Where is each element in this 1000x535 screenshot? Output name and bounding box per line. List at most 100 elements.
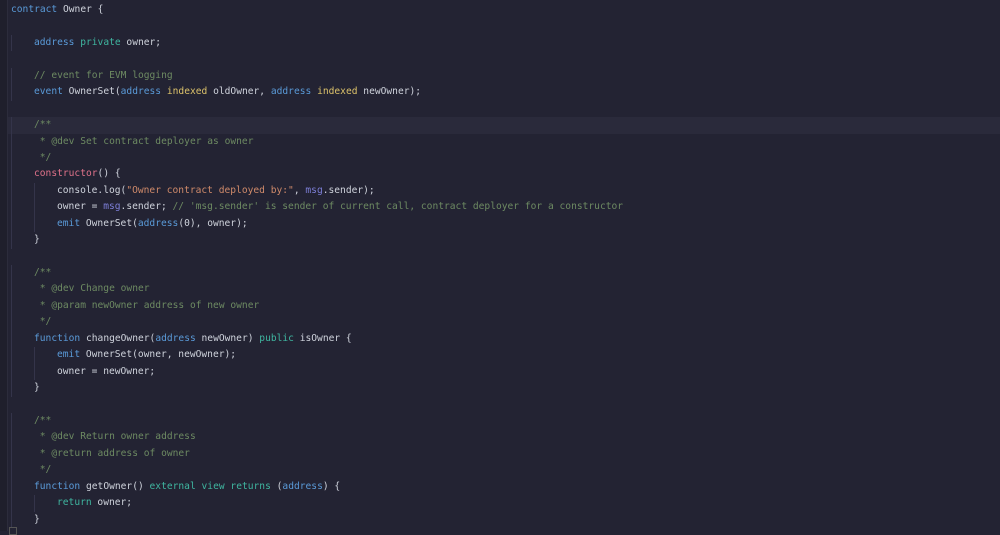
- code-text: constructor() {: [11, 168, 121, 179]
- code-token: console.log(: [57, 184, 127, 196]
- code-line[interactable]: }: [11, 232, 1000, 249]
- code-token: }: [34, 513, 40, 525]
- code-token: external: [149, 480, 196, 492]
- code-text: }: [11, 234, 40, 245]
- code-text: */: [11, 316, 52, 328]
- code-line[interactable]: return owner;: [11, 495, 1000, 512]
- code-token: indexed: [166, 86, 208, 98]
- code-token: msg: [305, 184, 323, 196]
- indent-guide: [11, 133, 12, 150]
- indent-guide: [11, 380, 12, 397]
- code-token: owner;: [91, 497, 133, 509]
- code-token: /**: [34, 267, 52, 278]
- code-token: * @dev Return owner address: [34, 431, 196, 443]
- indent-guide: [11, 265, 12, 282]
- code-token: }: [34, 382, 40, 394]
- code-token: () {: [97, 168, 121, 180]
- code-line[interactable]: */: [11, 462, 1000, 479]
- editor-gutter: [0, 0, 8, 531]
- code-line[interactable]: * @dev Set contract deployer as owner: [11, 133, 1000, 150]
- code-line[interactable]: function getOwner() external view return…: [11, 478, 1000, 496]
- code-line[interactable]: [11, 397, 1000, 413]
- code-token: OwnerSet(: [80, 217, 138, 229]
- fold-marker-icon[interactable]: [9, 527, 17, 535]
- code-text: }: [11, 514, 40, 525]
- code-token: address: [137, 217, 179, 229]
- indent-guide: [11, 149, 12, 167]
- code-line[interactable]: owner = msg.sender; // 'msg.sender' is s…: [11, 199, 1000, 216]
- code-line[interactable]: [11, 249, 1000, 265]
- code-line[interactable]: /**: [8, 117, 1000, 134]
- code-token: newOwner);: [357, 86, 422, 98]
- indent-guide: [34, 363, 35, 381]
- code-text: function getOwner() external view return…: [11, 481, 340, 492]
- code-token: function: [34, 332, 81, 344]
- code-token: */: [34, 316, 52, 328]
- code-line[interactable]: * @dev Change owner: [11, 281, 1000, 298]
- code-text: owner = msg.sender; // 'msg.sender' is s…: [11, 201, 623, 212]
- code-token: function: [34, 480, 81, 492]
- code-text: * @dev Change owner: [11, 283, 150, 294]
- code-line[interactable]: constructor() {: [11, 166, 1000, 183]
- code-token: (0), owner);: [178, 217, 248, 229]
- code-token: address: [270, 86, 312, 98]
- code-token: owner;: [120, 36, 162, 48]
- code-text: event OwnerSet(address indexed oldOwner,…: [11, 86, 421, 97]
- code-token: * @dev Change owner: [34, 283, 150, 295]
- code-text: */: [11, 152, 52, 163]
- code-text: address private owner;: [11, 37, 161, 48]
- code-token: changeOwner(: [80, 332, 156, 344]
- code-token: public: [259, 332, 294, 344]
- code-line[interactable]: console.log("Owner contract deployed by:…: [11, 182, 1000, 200]
- indent-guide: [11, 67, 12, 85]
- code-text: * @param newOwner address of new owner: [11, 300, 260, 311]
- code-line[interactable]: [11, 18, 1000, 34]
- code-line[interactable]: contract Owner {: [11, 2, 1000, 18]
- code-line[interactable]: // event for EVM logging: [11, 67, 1000, 85]
- code-token: .sender);: [322, 184, 375, 196]
- code-line[interactable]: }: [11, 380, 1000, 397]
- code-line[interactable]: }: [11, 511, 1000, 528]
- code-line[interactable]: * @dev Return owner address: [11, 429, 1000, 446]
- code-line[interactable]: * @param newOwner address of new owner: [11, 297, 1000, 315]
- code-token: OwnerSet(: [62, 86, 121, 98]
- code-line[interactable]: /**: [11, 412, 1000, 430]
- indent-guide: [11, 462, 12, 479]
- code-line[interactable]: emit OwnerSet(owner, newOwner);: [11, 347, 1000, 364]
- code-token: // 'msg.sender' is sender of current cal…: [172, 201, 624, 213]
- code-line[interactable]: */: [11, 149, 1000, 167]
- code-token: owner = newOwner;: [57, 365, 156, 377]
- code-editor[interactable]: contract Owner { address private owner; //…: [8, 2, 1000, 528]
- code-line[interactable]: * @return address of owner: [11, 445, 1000, 463]
- code-line[interactable]: */: [11, 314, 1000, 331]
- indent-guide: [11, 232, 12, 249]
- code-token: emit: [57, 349, 81, 361]
- code-text: emit OwnerSet(address(0), owner);: [11, 218, 248, 229]
- code-token: constructor: [34, 168, 98, 180]
- indent-guide: [11, 511, 12, 528]
- code-text: }: [11, 382, 40, 393]
- code-line[interactable]: [11, 51, 1000, 67]
- code-text: */: [11, 464, 52, 476]
- code-token: address: [155, 332, 196, 344]
- code-token: */: [34, 464, 52, 476]
- code-text: function changeOwner(address newOwner) p…: [11, 333, 352, 344]
- code-line[interactable]: function changeOwner(address newOwner) p…: [11, 330, 1000, 348]
- code-line[interactable]: /**: [11, 265, 1000, 282]
- code-line[interactable]: owner = newOwner;: [11, 363, 1000, 381]
- code-token: address: [282, 480, 323, 492]
- code-line[interactable]: [11, 101, 1000, 117]
- code-text: /**: [11, 415, 51, 426]
- indent-guide: [11, 363, 12, 381]
- indent-guide: [11, 412, 12, 430]
- code-line[interactable]: event OwnerSet(address indexed oldOwner,…: [11, 84, 1000, 101]
- code-token: msg: [103, 201, 121, 213]
- code-token: * @return address of owner: [34, 447, 190, 459]
- indent-guide: [11, 117, 12, 134]
- code-token: owner =: [57, 201, 104, 213]
- indent-guide: [11, 330, 12, 348]
- indent-guide: [11, 314, 12, 331]
- code-line[interactable]: address private owner;: [11, 34, 1000, 52]
- code-token: ,: [293, 184, 306, 196]
- code-line[interactable]: emit OwnerSet(address(0), owner);: [11, 215, 1000, 233]
